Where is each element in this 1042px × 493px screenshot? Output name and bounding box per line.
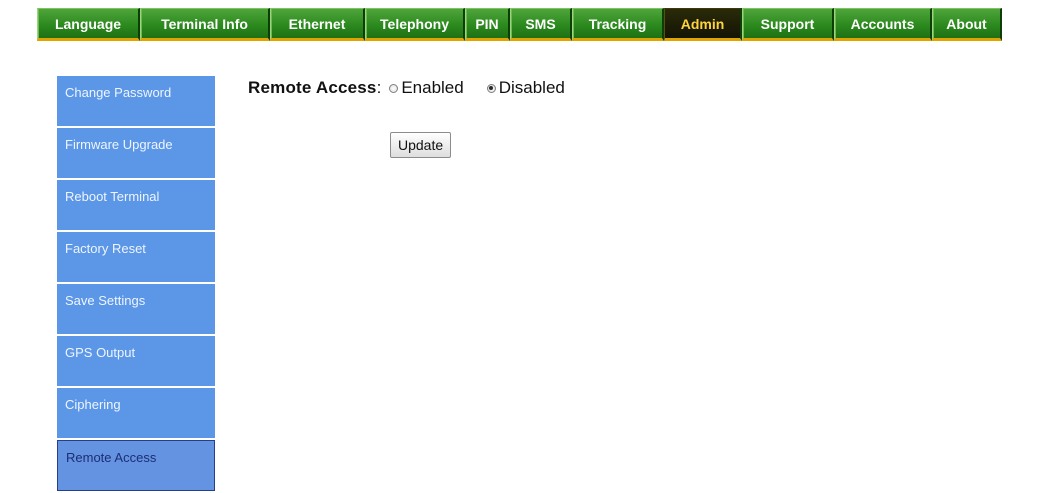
tab-tracking[interactable]: Tracking bbox=[572, 8, 664, 41]
sidebar-item-reboot-terminal[interactable]: Reboot Terminal bbox=[57, 180, 215, 230]
enabled-option-label[interactable]: Enabled bbox=[401, 78, 463, 98]
tab-telephony[interactable]: Telephony bbox=[365, 8, 465, 41]
sidebar-item-change-password[interactable]: Change Password bbox=[57, 76, 215, 126]
label-colon: : bbox=[376, 78, 382, 97]
tab-about[interactable]: About bbox=[932, 8, 1002, 41]
sidebar-item-firmware-upgrade[interactable]: Firmware Upgrade bbox=[57, 128, 215, 178]
tab-accounts[interactable]: Accounts bbox=[834, 8, 932, 41]
update-button[interactable]: Update bbox=[390, 132, 452, 158]
sidebar: Change Password Firmware Upgrade Reboot … bbox=[57, 76, 215, 493]
sidebar-item-remote-access[interactable]: Remote Access bbox=[57, 440, 215, 491]
sidebar-item-factory-reset[interactable]: Factory Reset bbox=[57, 232, 215, 282]
tab-pin[interactable]: PIN bbox=[465, 8, 510, 41]
tab-language[interactable]: Language bbox=[37, 8, 140, 41]
tab-support[interactable]: Support bbox=[742, 8, 834, 41]
sidebar-item-ciphering[interactable]: Ciphering bbox=[57, 388, 215, 438]
remote-access-label: Remote Access bbox=[248, 78, 377, 97]
main-content: Remote Access : Enabled Disabled bbox=[248, 76, 565, 100]
disabled-option-label[interactable]: Disabled bbox=[499, 78, 565, 98]
remote-access-row: Remote Access : Enabled Disabled bbox=[248, 76, 565, 100]
top-nav: Language Terminal Info Ethernet Telephon… bbox=[37, 8, 1002, 41]
tab-sms[interactable]: SMS bbox=[510, 8, 572, 41]
tab-ethernet[interactable]: Ethernet bbox=[270, 8, 365, 41]
tab-terminal-info[interactable]: Terminal Info bbox=[140, 8, 270, 41]
sidebar-item-gps-output[interactable]: GPS Output bbox=[57, 336, 215, 386]
sidebar-item-save-settings[interactable]: Save Settings bbox=[57, 284, 215, 334]
disabled-radio[interactable] bbox=[486, 83, 496, 93]
enabled-radio[interactable] bbox=[389, 83, 399, 93]
tab-admin[interactable]: Admin bbox=[664, 8, 742, 41]
